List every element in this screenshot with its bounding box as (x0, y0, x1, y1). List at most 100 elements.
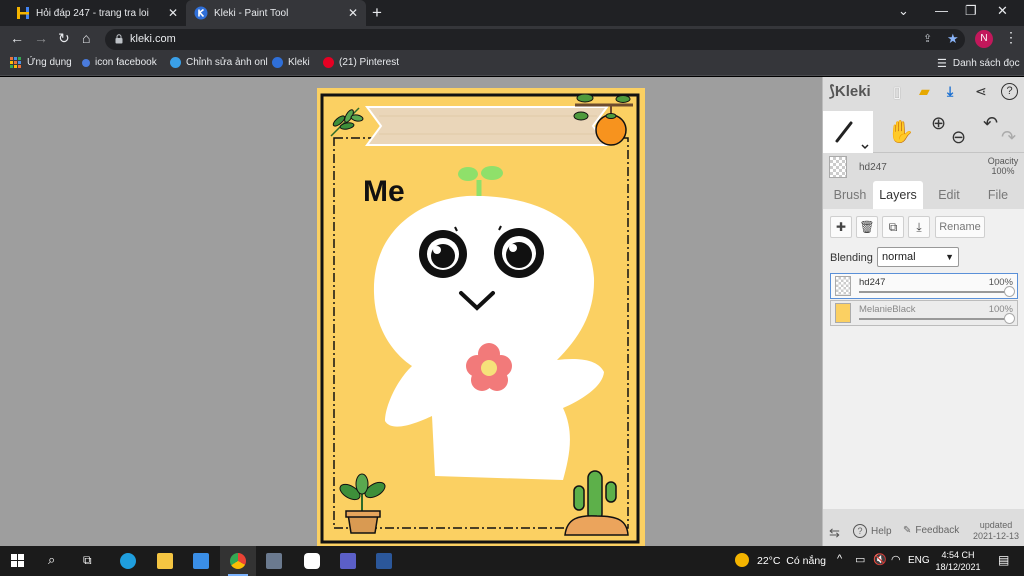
canvas-workspace[interactable]: Me (0, 77, 822, 546)
network-icon[interactable]: ▭ (855, 553, 865, 566)
layer-opacity-handle[interactable] (1004, 313, 1015, 324)
close-window-icon[interactable]: ✕ (997, 3, 1008, 19)
bookmark-icon-facebook[interactable]: icon facebook (82, 57, 157, 68)
profile-avatar[interactable]: N (975, 30, 993, 48)
share-icon[interactable]: ⇪ (923, 32, 932, 45)
weather-text[interactable]: 22°C Có nắng (757, 555, 826, 567)
feedback-label: Feedback (915, 525, 960, 536)
reload-icon[interactable]: ↻ (58, 30, 70, 47)
bookmark-kleki[interactable]: Kleki (272, 57, 310, 68)
chevron-up-icon[interactable]: ^ (837, 553, 842, 565)
taskbar-chrome[interactable] (220, 546, 256, 576)
share-icon[interactable]: ⋖ (975, 83, 987, 100)
opacity-value: 100% (991, 166, 1015, 176)
edge-icon (120, 553, 136, 569)
teams-icon (340, 553, 356, 569)
canvas-artwork: Me (320, 93, 640, 544)
updated-label: updated (979, 520, 1013, 530)
restore-icon[interactable]: ❐ (965, 3, 977, 19)
help-link[interactable]: ? Help (853, 524, 892, 538)
task-view-button[interactable]: ⧉ (72, 546, 108, 576)
tab-edit[interactable]: Edit (927, 181, 971, 209)
minimize-icon[interactable]: — (935, 3, 948, 18)
reading-list-label: Danh sách đọc (952, 58, 1020, 69)
hand-tool-button[interactable]: ✋ (875, 111, 925, 153)
zoom-out-icon[interactable]: ⊖ (951, 127, 966, 148)
tab-file[interactable]: File (975, 181, 1021, 209)
search-button[interactable]: ⌕ (36, 546, 72, 576)
browser-tab-kleki[interactable]: Kleki - Paint Tool ✕ (186, 0, 366, 26)
feedback-link[interactable]: ✎ Feedback (903, 525, 959, 536)
taskbar-word[interactable] (366, 546, 402, 576)
start-button[interactable] (0, 546, 36, 576)
taskbar-camera[interactable] (256, 546, 292, 576)
close-tab-icon[interactable]: ✕ (168, 6, 178, 20)
bookmark-pinterest[interactable]: (21) Pinterest (323, 57, 399, 68)
download-icon[interactable]: ⤓ (947, 83, 953, 100)
feedback-icon: ✎ (903, 525, 912, 536)
close-tab-icon[interactable]: ✕ (348, 6, 358, 20)
task-view-icon: ⧉ (83, 553, 92, 567)
kleki-side-panel: ⟆Kleki ▯ ▰ ⤓ ⋖ ? ✋ ⊕ ⊖ ↶ ↷ hd247 Opacity… (822, 77, 1024, 546)
undo-icon[interactable]: ↶ (983, 113, 998, 134)
taskbar-explorer[interactable] (147, 546, 183, 576)
drawing-canvas[interactable]: Me (317, 88, 645, 546)
tab-brush[interactable]: Brush (827, 181, 873, 209)
bookmarks-bar: Ứng dụng icon facebook Chỉnh sửa ảnh onl… (0, 52, 1024, 76)
taskbar-zalo[interactable] (294, 546, 330, 576)
wifi-icon[interactable]: ◠ (891, 553, 901, 566)
language-indicator[interactable]: ENG (908, 555, 930, 566)
layers-tab-body: ✚ 🗑 ⧉ ⤓ Rename Blending normal ▼ hd247 1… (823, 209, 1024, 509)
layer-name: MelanieBlack (859, 304, 916, 315)
notifications-icon[interactable]: ▤ (998, 553, 1009, 567)
browser-tab-hoidap[interactable]: Hỏi đáp 247 - trang tra loi ✕ (8, 0, 186, 26)
menu-dots-icon[interactable]: ⋮ (1004, 29, 1018, 46)
rename-button[interactable]: Rename (935, 216, 985, 238)
new-image-icon[interactable]: ▯ (893, 83, 901, 101)
volume-muted-icon[interactable]: 🔇 (873, 553, 887, 566)
bookmark-star-icon[interactable]: ★ (947, 31, 959, 47)
taskbar-store[interactable] (183, 546, 219, 576)
layer-row-melanieblack[interactable]: MelanieBlack 100% (830, 300, 1018, 326)
save-icon[interactable]: ▰ (919, 83, 930, 100)
system-clock[interactable]: 4:54 CH 18/12/2021 (930, 549, 986, 573)
merge-layer-icon[interactable]: ⤓ (908, 216, 930, 238)
clock-date: 18/12/2021 (935, 562, 981, 572)
delete-layer-icon[interactable]: 🗑 (856, 216, 878, 238)
bookmark-photo-editor[interactable]: Chỉnh sửa ảnh onl (170, 57, 268, 68)
duplicate-layer-icon[interactable]: ⧉ (882, 216, 904, 238)
updated-date: 2021-12-13 (973, 531, 1020, 541)
layer-opacity-slider[interactable] (859, 318, 1007, 320)
current-layer-name: hd247 (859, 162, 887, 173)
address-bar[interactable]: kleki.com ⇪ ★ (105, 29, 965, 50)
reading-list-button[interactable]: ☰ Danh sách đọc (937, 57, 1020, 70)
bookmark-label: Chỉnh sửa ảnh onl (186, 57, 268, 68)
layer-row-hd247[interactable]: hd247 100% (830, 273, 1018, 299)
forward-icon[interactable]: → (34, 30, 48, 46)
redo-icon[interactable]: ↷ (1001, 127, 1016, 148)
layer-opacity-slider[interactable] (859, 291, 1007, 293)
tab-layers[interactable]: Layers (873, 181, 923, 209)
layer-opacity-handle[interactable] (1004, 286, 1015, 297)
potted-plant-icon (339, 473, 386, 534)
panel-footer: ⇆ ? Help ✎ Feedback updated 2021-12-13 (823, 519, 1024, 546)
zoom-in-icon[interactable]: ⊕ (931, 113, 946, 134)
new-tab-icon[interactable]: + (372, 3, 382, 23)
back-icon[interactable]: ← (10, 30, 24, 46)
home-icon[interactable]: ⌂ (82, 30, 90, 46)
tab-search-chevron-icon[interactable]: ⌄ (898, 3, 909, 19)
tape-banner (365, 106, 609, 146)
brush-tool-button[interactable] (823, 111, 873, 153)
opacity-readout: Opacity 100% (983, 156, 1023, 176)
swap-sides-icon[interactable]: ⇆ (829, 525, 840, 541)
bookmark-apps[interactable]: Ứng dụng (10, 57, 72, 68)
browser-tab-strip: Hỏi đáp 247 - trang tra loi ✕ Kleki - Pa… (0, 0, 1024, 26)
blending-select[interactable]: normal ▼ (877, 247, 959, 267)
help-icon[interactable]: ? (1001, 83, 1018, 100)
updated-info[interactable]: updated 2021-12-13 (973, 520, 1019, 542)
browser-toolbar: ← → ↻ ⌂ kleki.com ⇪ ★ N ⋮ (0, 26, 1024, 52)
add-layer-icon[interactable]: ✚ (830, 216, 852, 238)
sun-icon (735, 553, 749, 567)
taskbar-edge[interactable] (110, 546, 146, 576)
taskbar-teams[interactable] (330, 546, 366, 576)
